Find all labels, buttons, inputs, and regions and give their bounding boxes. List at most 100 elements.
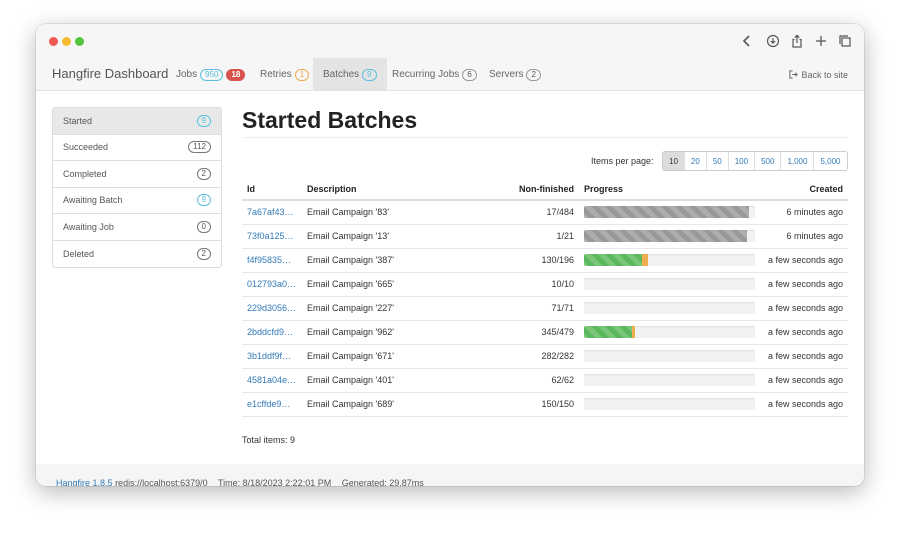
sidebar-item-label: Awaiting Job xyxy=(63,221,114,232)
share-icon[interactable] xyxy=(788,32,806,50)
batch-description: Email Campaign '689' xyxy=(302,392,452,417)
items-per-page-label: Items per page: xyxy=(591,156,654,166)
batch-id-link[interactable]: 4581a04e… xyxy=(242,368,302,393)
progress-segment-green xyxy=(584,254,642,266)
batch-created: a few seconds ago xyxy=(760,320,848,345)
total-items: Total items: 9 xyxy=(242,435,296,445)
server-time: Time: 8/18/2023 2:22:01 PM xyxy=(217,478,332,486)
batch-id-link[interactable]: 7a67af43… xyxy=(242,200,302,225)
sidebar-item-label: Succeeded xyxy=(63,142,109,153)
progress-segment-green xyxy=(584,326,632,338)
batch-state-sidebar: Started 9 Succeeded 112 Completed 2 Awai… xyxy=(52,107,222,268)
batch-created: a few seconds ago xyxy=(760,368,848,393)
batch-id-link[interactable]: 012793a0… xyxy=(242,272,302,297)
back-to-site-link[interactable]: Back to site xyxy=(789,58,848,91)
items-per-page-selector: 10 20 50 100 500 1,000 5,000 xyxy=(662,151,848,171)
sidebar-item-succeeded[interactable]: Succeeded 112 xyxy=(53,135,221,161)
jobs-count-badge: 950 xyxy=(200,68,224,81)
page-size-5000[interactable]: 5,000 xyxy=(813,152,846,170)
back-to-site-label: Back to site xyxy=(801,69,848,80)
nav-servers-label: Servers xyxy=(489,69,524,80)
batch-id-link[interactable]: 3b1ddf9f… xyxy=(242,344,302,369)
batch-nonfinished: 17/484 xyxy=(452,200,579,225)
sidebar-item-label: Awaiting Batch xyxy=(63,195,123,206)
batch-id-link[interactable]: e1cffde9… xyxy=(242,392,302,417)
page-size-1000[interactable]: 1,000 xyxy=(780,152,813,170)
close-window-button[interactable] xyxy=(49,37,58,46)
page-size-20[interactable]: 20 xyxy=(683,152,706,170)
batch-created: a few seconds ago xyxy=(760,248,848,273)
batch-id-link[interactable]: 2bddcfd9… xyxy=(242,320,302,345)
progress-bar xyxy=(584,230,755,242)
page-size-500[interactable]: 500 xyxy=(754,152,780,170)
servers-count-badge: 2 xyxy=(526,68,541,81)
zoom-window-button[interactable] xyxy=(75,37,84,46)
progress-segment-orange xyxy=(641,254,649,266)
batch-id-link[interactable]: 73f0a125… xyxy=(242,224,302,249)
batch-nonfinished: 71/71 xyxy=(452,296,579,321)
page-size-100[interactable]: 100 xyxy=(727,152,754,170)
download-icon[interactable] xyxy=(764,32,782,50)
progress-segment-gray xyxy=(584,206,749,219)
jobs-failed-badge: 18 xyxy=(226,68,246,81)
progress-bar xyxy=(584,206,755,219)
nav-batches[interactable]: Batches 9 xyxy=(313,58,387,91)
column-header-nonfinished: Non-finished xyxy=(452,179,579,201)
batch-id-link[interactable]: f4f95835… xyxy=(242,248,302,273)
batch-progress-cell xyxy=(579,200,760,225)
sidebar-count-badge: 9 xyxy=(196,114,211,127)
batch-progress-cell xyxy=(579,224,760,249)
progress-bar xyxy=(584,350,755,362)
plus-icon[interactable] xyxy=(812,32,830,50)
nav-retries[interactable]: Retries 1 xyxy=(250,58,319,91)
batch-id-link[interactable]: 229d3056… xyxy=(242,296,302,321)
batch-nonfinished: 10/10 xyxy=(452,272,579,297)
table-row: 4581a04e… Email Campaign '401' 62/62 a few … xyxy=(242,368,848,393)
batch-description: Email Campaign '671' xyxy=(302,344,452,369)
progress-segment-orange xyxy=(631,326,636,338)
progress-bar xyxy=(584,254,755,266)
sidebar-count-badge: 2 xyxy=(196,247,211,260)
progress-bar xyxy=(584,278,755,290)
tabs-icon[interactable] xyxy=(836,32,854,50)
hangfire-version-link[interactable]: Hangfire 1.8.5 xyxy=(56,478,113,486)
sidebar-item-awaiting-job[interactable]: Awaiting Job 0 xyxy=(53,214,221,241)
nav-recurring-label: Recurring Jobs xyxy=(392,69,460,80)
batch-progress-cell xyxy=(579,248,760,273)
chevron-left-icon[interactable] xyxy=(738,32,756,50)
sidebar-item-label: Deleted xyxy=(63,248,95,259)
column-header-created: Created xyxy=(760,179,848,201)
table-row: 012793a0… Email Campaign '665' 10/10 a few … xyxy=(242,272,848,297)
table-row: 3b1ddf9f… Email Campaign '671' 282/282 a fe… xyxy=(242,344,848,369)
browser-window: Hangfire Dashboard Jobs 950 18 Retries 1… xyxy=(36,24,864,486)
retries-count-badge: 1 xyxy=(294,68,310,81)
batch-progress-cell xyxy=(579,368,760,393)
nav-servers[interactable]: Servers 2 xyxy=(479,58,551,91)
batch-created: a few seconds ago xyxy=(760,392,848,417)
sidebar-item-started[interactable]: Started 9 xyxy=(53,108,221,135)
nav-jobs[interactable]: Jobs 950 18 xyxy=(166,58,255,91)
page-size-10[interactable]: 10 xyxy=(663,152,684,170)
storage-info: redis://localhost:6379/0 xyxy=(115,478,208,486)
column-header-progress: Progress xyxy=(579,179,760,201)
nav-jobs-label: Jobs xyxy=(176,69,198,80)
sidebar-item-awaiting-batch[interactable]: Awaiting Batch 9 xyxy=(53,188,221,214)
sidebar-item-label: Completed xyxy=(63,168,107,179)
batches-count-badge: 9 xyxy=(362,68,377,81)
table-row: 73f0a125… Email Campaign '13' 1/21 6 minute… xyxy=(242,224,848,249)
page-size-50[interactable]: 50 xyxy=(705,152,728,170)
generation-time: Generated: 29.87ms xyxy=(341,478,424,486)
sidebar-count-badge: 112 xyxy=(188,141,211,154)
batch-description: Email Campaign '401' xyxy=(302,368,452,393)
brand-title[interactable]: Hangfire Dashboard xyxy=(52,66,168,81)
sidebar-item-deleted[interactable]: Deleted 2 xyxy=(53,241,221,268)
progress-bar xyxy=(584,398,755,410)
minimize-window-button[interactable] xyxy=(62,37,71,46)
column-header-description: Description xyxy=(302,179,452,201)
nav-recurring-jobs[interactable]: Recurring Jobs 6 xyxy=(382,58,487,91)
sidebar-count-badge: 0 xyxy=(196,220,211,233)
sidebar-item-completed[interactable]: Completed 2 xyxy=(53,161,221,188)
batch-created: a few seconds ago xyxy=(760,272,848,297)
batch-nonfinished: 130/196 xyxy=(452,248,579,273)
table-row: 7a67af43… Email Campaign '83' 17/484 6 minu… xyxy=(242,200,848,225)
